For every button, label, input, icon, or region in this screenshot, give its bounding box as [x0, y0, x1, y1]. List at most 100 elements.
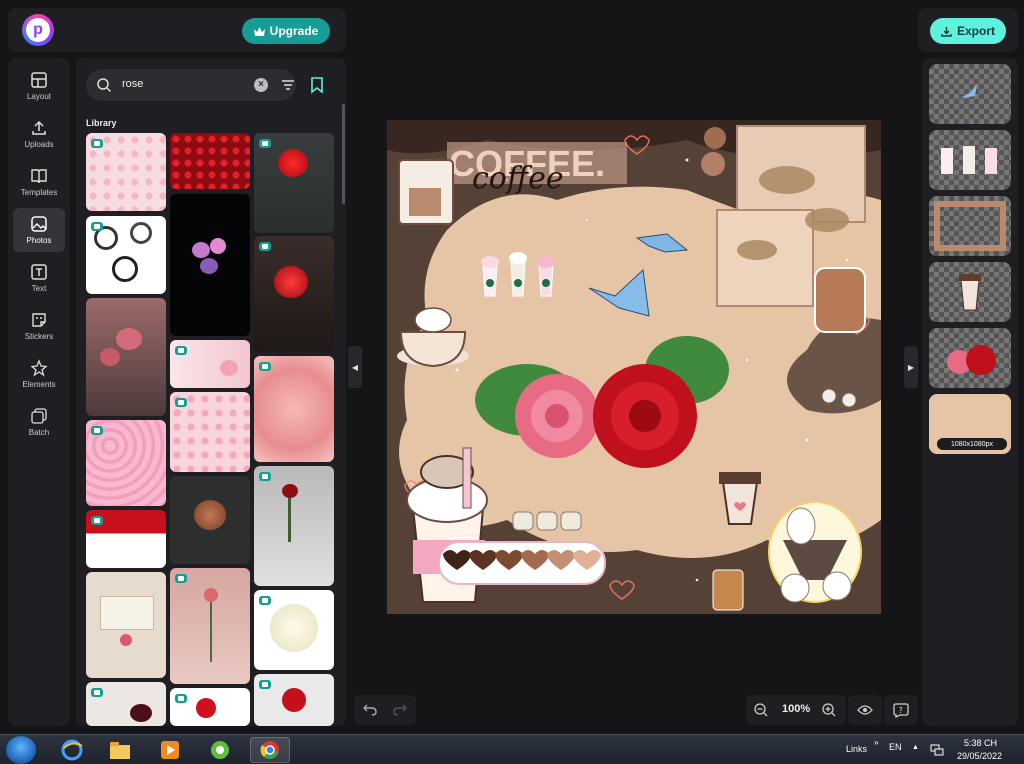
filter-icon[interactable]: [281, 78, 295, 92]
photo-thumbnail[interactable]: [254, 356, 334, 462]
chevron-right-icon: ▶: [907, 362, 915, 372]
upgrade-button[interactable]: Upgrade: [242, 18, 330, 44]
search-bar[interactable]: rose ×: [86, 69, 296, 101]
rail-item-elements[interactable]: Elements: [13, 352, 65, 396]
photo-thumbnail[interactable]: [86, 420, 166, 506]
photo-badge-icon: [259, 596, 271, 605]
photo-thumbnail[interactable]: [170, 340, 250, 388]
canvas-size-label: 1080x1080px: [937, 438, 1007, 450]
layer-coffee-cup-preview: [959, 274, 981, 311]
panel-scrollbar[interactable]: [342, 104, 345, 204]
rail-item-uploads[interactable]: Uploads: [13, 112, 65, 156]
taskbar-explorer-icon[interactable]: [100, 737, 140, 763]
sticker-icon: [32, 313, 46, 327]
zoom-in-icon[interactable]: [822, 703, 836, 717]
photo-thumbnail[interactable]: [86, 510, 166, 568]
text-icon: [31, 264, 47, 280]
crown-icon: [253, 26, 265, 36]
design-canvas[interactable]: COFFEE. coffee: [387, 120, 881, 614]
start-button[interactable]: [6, 736, 36, 764]
rail-label: Text: [31, 284, 47, 293]
layer-background[interactable]: 1080x1080px: [929, 394, 1011, 454]
redo-icon[interactable]: [392, 703, 408, 717]
photo-thumbnail[interactable]: [86, 298, 166, 416]
rail-item-text[interactable]: Text: [13, 256, 65, 300]
book-icon: [31, 169, 47, 184]
photo-badge-icon: [91, 688, 103, 697]
network-icon[interactable]: [930, 744, 944, 756]
photo-badge-icon: [175, 398, 187, 407]
bookmark-icon[interactable]: [308, 76, 326, 94]
layer-thumbnail[interactable]: [929, 328, 1011, 388]
undo-icon[interactable]: [362, 703, 378, 717]
photo-badge-icon: [259, 680, 271, 689]
photo-thumbnail[interactable]: [170, 133, 250, 189]
photo-badge-icon: [91, 222, 103, 231]
eye-icon: [857, 705, 873, 715]
batch-icon: [31, 408, 47, 424]
download-icon: [941, 26, 952, 37]
top-bar: p Upgrade: [8, 8, 346, 52]
chevron-left-icon: ◀: [351, 362, 359, 372]
collapse-right-panel-button[interactable]: ▶: [904, 346, 918, 388]
photo-thumbnail[interactable]: [254, 674, 334, 726]
clock-date[interactable]: 29/05/2022: [957, 751, 1002, 761]
zoom-level: 100%: [782, 703, 811, 715]
rail-item-templates[interactable]: Templates: [13, 160, 65, 204]
clear-search-icon[interactable]: ×: [254, 78, 268, 92]
rail-label: Elements: [22, 380, 56, 389]
photo-thumbnail[interactable]: [254, 236, 334, 352]
taskbar-chrome-icon[interactable]: [250, 737, 290, 763]
svg-text:?: ?: [899, 706, 903, 715]
collapse-left-panel-button[interactable]: ◀: [348, 346, 362, 388]
tray-expand-icon[interactable]: ▲: [912, 744, 919, 751]
rail-item-stickers[interactable]: Stickers: [13, 304, 65, 348]
photo-thumbnail[interactable]: [170, 476, 250, 564]
photo-badge-icon: [259, 139, 271, 148]
export-label: Export: [956, 24, 995, 38]
photo-thumbnail[interactable]: [86, 133, 166, 211]
photo-thumbnail[interactable]: [170, 688, 250, 726]
photo-badge-icon: [175, 346, 187, 355]
photo-badge-icon: [259, 362, 271, 371]
os-taskbar: Links » EN ▲ 5:38 CH 29/05/2022: [0, 734, 1024, 764]
layer-thumbnail[interactable]: [929, 130, 1011, 190]
links-expand-icon[interactable]: »: [874, 738, 878, 747]
taskbar-media-icon[interactable]: [150, 737, 190, 763]
photo-thumbnail[interactable]: [170, 194, 250, 336]
history-controls: [354, 695, 416, 725]
image-icon: [31, 216, 47, 232]
taskbar-links-label[interactable]: Links: [846, 744, 867, 754]
layer-thumbnail[interactable]: [929, 64, 1011, 124]
photo-badge-icon: [175, 694, 187, 703]
photo-thumbnail[interactable]: [170, 568, 250, 684]
rail-item-batch[interactable]: Batch: [13, 400, 65, 444]
photo-thumbnail[interactable]: [86, 572, 166, 678]
app-logo[interactable]: p: [22, 14, 54, 46]
rail-item-layout[interactable]: Layout: [13, 64, 65, 108]
photo-thumbnail[interactable]: [170, 392, 250, 472]
library-heading: Library: [86, 118, 117, 128]
export-button[interactable]: Export: [930, 18, 1006, 44]
photo-thumbnail[interactable]: [86, 216, 166, 294]
clock-time[interactable]: 5:38 CH: [964, 738, 997, 748]
search-input[interactable]: rose: [122, 78, 143, 90]
photo-thumbnail[interactable]: [254, 466, 334, 586]
layer-thumbnail[interactable]: [929, 262, 1011, 322]
zoom-out-icon[interactable]: [754, 703, 768, 717]
help-button[interactable]: ?: [884, 695, 918, 725]
photo-thumbnail[interactable]: [86, 682, 166, 726]
rail-item-photos[interactable]: Photos: [13, 208, 65, 252]
left-rail: Layout Uploads Templates Photos Text Sti…: [8, 58, 70, 726]
taskbar-app-icon[interactable]: [200, 737, 240, 763]
upload-icon: [32, 120, 46, 135]
preview-button[interactable]: [848, 695, 882, 725]
photo-badge-icon: [259, 472, 271, 481]
rail-label: Batch: [28, 428, 50, 437]
taskbar-ie-icon[interactable]: [52, 737, 92, 763]
layer-thumbnail[interactable]: [929, 196, 1011, 256]
photo-thumbnail[interactable]: [254, 133, 334, 233]
photo-thumbnail[interactable]: [254, 590, 334, 670]
language-indicator[interactable]: EN: [889, 742, 902, 752]
layer-frame-preview: [934, 201, 1006, 251]
